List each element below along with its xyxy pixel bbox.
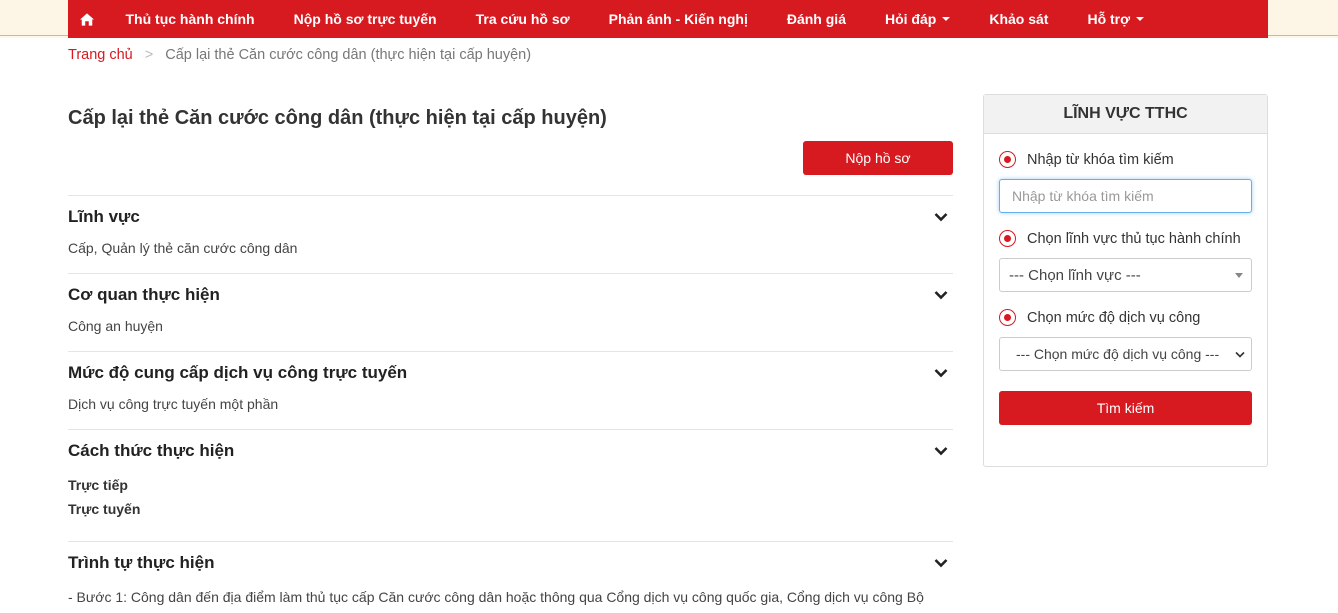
nav-item-nop-ho-so[interactable]: Nộp hồ sơ trực tuyến: [274, 0, 456, 38]
breadcrumb-separator: >: [144, 47, 154, 63]
nav-item-phan-anh-kien-nghi[interactable]: Phản ánh - Kiến nghị: [589, 0, 767, 38]
section-toggle[interactable]: Cơ quan thực hiện: [68, 274, 953, 314]
chevron-down-icon: [934, 447, 948, 456]
keyword-search-input[interactable]: [999, 179, 1252, 213]
section-linh-vuc: Lĩnh vực Cấp, Quản lý thẻ căn cước công …: [68, 195, 953, 273]
section-toggle[interactable]: Lĩnh vực: [68, 196, 953, 236]
field-radio[interactable]: Chọn lĩnh vực thủ tục hành chính: [999, 230, 1252, 247]
main-navbar: Thủ tục hành chính Nộp hồ sơ trực tuyến …: [68, 0, 1268, 38]
section-toggle[interactable]: Mức độ cung cấp dịch vụ công trực tuyến: [68, 352, 953, 392]
breadcrumb: Trang chủ > Cấp lại thẻ Căn cước công dâ…: [68, 47, 531, 63]
radio-selected-icon: [999, 151, 1016, 168]
chevron-down-icon: [934, 369, 948, 378]
chevron-down-icon: [934, 559, 948, 568]
radio-selected-icon: [999, 309, 1016, 326]
nav-item-danh-gia[interactable]: Đánh giá: [767, 0, 865, 38]
caret-down-icon: [1136, 17, 1145, 21]
section-title: Cơ quan thực hiện: [68, 285, 220, 304]
field-select[interactable]: --- Chọn lĩnh vực ---: [999, 258, 1252, 292]
nav-item-ho-tro[interactable]: Hỗ trợ: [1068, 0, 1164, 38]
nav-item-khao-sat[interactable]: Khảo sát: [970, 0, 1068, 38]
section-cach-thuc-thuc-hien: Cách thức thực hiện Trực tiếp Trực tuyến: [68, 429, 953, 541]
section-trinh-tu-thuc-hien: Trình tự thực hiện - Bước 1: Công dân đế…: [68, 541, 953, 606]
section-body: - Bước 1: Công dân đến địa điểm làm thủ …: [68, 589, 924, 605]
keyword-label: Nhập từ khóa tìm kiếm: [1027, 151, 1174, 168]
section-title: Trình tự thực hiện: [68, 553, 215, 572]
dropdown-arrow-icon: [1235, 272, 1243, 278]
section-title: Lĩnh vực: [68, 207, 140, 226]
section-toggle[interactable]: Cách thức thực hiện: [68, 430, 953, 470]
nav-item-tra-cuu-ho-so[interactable]: Tra cứu hồ sơ: [456, 0, 589, 38]
level-label: Chọn mức độ dịch vụ công: [1027, 309, 1201, 326]
field-label: Chọn lĩnh vực thủ tục hành chính: [1027, 230, 1241, 247]
right-decoration: [1268, 0, 1338, 38]
chevron-down-icon: [934, 213, 948, 222]
caret-down-icon: [942, 17, 951, 21]
section-muc-do-dich-vu: Mức độ cung cấp dịch vụ công trực tuyến …: [68, 351, 953, 429]
section-toggle[interactable]: Trình tự thực hiện: [68, 542, 953, 582]
section-title: Mức độ cung cấp dịch vụ công trực tuyến: [68, 363, 408, 382]
field-select-value: --- Chọn lĩnh vực ---: [1009, 266, 1141, 284]
level-select-value: --- Chọn mức độ dịch vụ công ---: [1016, 346, 1220, 362]
radio-selected-icon: [999, 230, 1016, 247]
breadcrumb-current: Cấp lại thẻ Căn cước công dân (thực hiện…: [165, 47, 532, 63]
nav-item-thu-tuc-hanh-chinh[interactable]: Thủ tục hành chính: [106, 0, 274, 38]
search-button[interactable]: Tìm kiếm: [999, 391, 1252, 425]
breadcrumb-home-link[interactable]: Trang chủ: [68, 47, 133, 63]
service-level-select[interactable]: --- Chọn mức độ dịch vụ công ---: [999, 337, 1252, 371]
left-decoration: [0, 0, 68, 38]
chevron-down-icon: [934, 291, 948, 300]
section-body: Cấp, Quản lý thẻ căn cước công dân: [68, 240, 298, 256]
section-title: Cách thức thực hiện: [68, 441, 235, 460]
section-co-quan-thuc-hien: Cơ quan thực hiện Công an huyện: [68, 273, 953, 351]
home-icon[interactable]: [68, 0, 106, 38]
section-body: Dịch vụ công trực tuyến một phần: [68, 396, 279, 412]
method-item: Trực tiếp: [68, 477, 128, 493]
sidebar-title: LĨNH VỰC TTHC: [984, 95, 1267, 134]
section-body: Trực tiếp Trực tuyến: [68, 470, 953, 541]
section-body: Công an huyện: [68, 318, 163, 334]
keyword-radio[interactable]: Nhập từ khóa tìm kiếm: [999, 151, 1252, 168]
search-sidebar: LĨNH VỰC TTHC Nhập từ khóa tìm kiếm Chọn…: [983, 94, 1268, 467]
page-title: Cấp lại thẻ Căn cước công dân (thực hiện…: [68, 107, 607, 129]
chevron-down-icon: [1235, 351, 1245, 358]
level-radio[interactable]: Chọn mức độ dịch vụ công: [999, 309, 1252, 326]
nav-item-hoi-dap[interactable]: Hỏi đáp: [865, 0, 969, 38]
procedure-detail: Cấp lại thẻ Căn cước công dân (thực hiện…: [68, 95, 953, 606]
method-item: Trực tuyến: [68, 501, 141, 517]
submit-application-button[interactable]: Nộp hồ sơ: [803, 141, 953, 175]
